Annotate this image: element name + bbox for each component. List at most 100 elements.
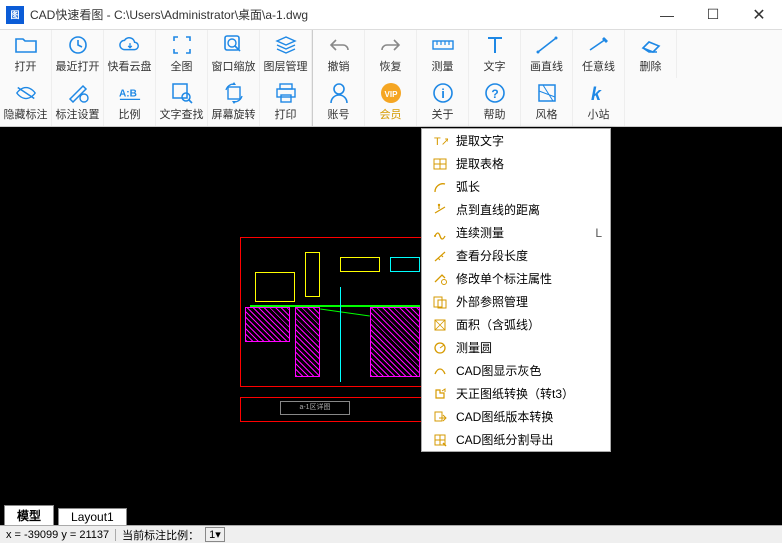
ribbon-label: 风格 (536, 106, 558, 122)
about-button[interactable]: i 关于 (417, 78, 469, 126)
menu-item[interactable]: 查看分段长度 (422, 244, 610, 267)
undo-button[interactable]: 撤销 (313, 30, 365, 78)
help-button[interactable]: ?帮助 (469, 78, 521, 126)
menu-item-icon (430, 409, 450, 425)
measure-icon (432, 34, 454, 56)
menu-item-label: CAD图纸版本转换 (456, 408, 602, 425)
account-button[interactable]: 账号 (313, 78, 365, 126)
open-icon (15, 34, 37, 56)
menu-item[interactable]: 天正图纸转换（转t3） (422, 382, 610, 405)
layers-button[interactable]: 图层管理 (260, 30, 312, 78)
ribbon-label: 测量 (432, 58, 454, 74)
menu-item-icon (430, 386, 450, 402)
menu-item[interactable]: CAD图纸分割导出 (422, 428, 610, 451)
menu-item-label: 天正图纸转换（转t3） (456, 385, 602, 402)
tab-model[interactable]: 模型 (4, 505, 54, 525)
menu-item[interactable]: CAD图显示灰色 (422, 359, 610, 382)
text-icon (484, 34, 506, 56)
ribbon-toolbar: 打开最近打开快看云盘全图窗口缩放图层管理 撤销 恢复 测量 文字 画直线任意线删除 隐藏标… (0, 30, 782, 127)
menu-item-label: 查看分段长度 (456, 247, 602, 264)
ribbon-label: 图层管理 (264, 58, 308, 74)
line-icon (536, 34, 558, 56)
ribbon-label: 标注设置 (56, 106, 100, 122)
menu-item-label: 修改单个标注属性 (456, 270, 602, 287)
hideann-icon (15, 82, 37, 104)
measure-button[interactable]: 测量 (417, 30, 469, 78)
menu-item-label: 面积（含弧线） (456, 316, 602, 333)
ribbon-label: 文字 (484, 58, 506, 74)
scale-select[interactable]: 1 ▾ (205, 527, 225, 542)
menu-item[interactable]: 测量圆 (422, 336, 610, 359)
ribbon-label: 打开 (15, 58, 37, 74)
app-icon: 图 (6, 6, 24, 24)
vip-icon: VIP (380, 82, 402, 104)
ribbon-label: 屏幕旋转 (212, 106, 256, 122)
drawing-canvas[interactable]: a-1区详图 (0, 127, 782, 503)
menu-item[interactable]: 连续测量L (422, 221, 610, 244)
svg-text:T↗: T↗ (434, 136, 448, 148)
ribbon-label: 关于 (432, 106, 454, 122)
menu-item-label: 测量圆 (456, 339, 602, 356)
annset-icon (67, 82, 89, 104)
scale-icon: A:B (119, 82, 141, 104)
style-button[interactable]: 风格 (521, 78, 573, 126)
ribbon-label: 窗口缩放 (212, 58, 256, 74)
recent-button[interactable]: 最近打开 (52, 30, 104, 78)
menu-item[interactable]: CAD图纸版本转换 (422, 405, 610, 428)
ribbon-label: 文字查找 (160, 106, 204, 122)
rotate-button[interactable]: 屏幕旋转 (208, 78, 260, 126)
menu-item-icon (430, 271, 450, 287)
hideann-button[interactable]: 隐藏标注 (0, 78, 52, 126)
ribbon-label: 账号 (328, 106, 350, 122)
menu-item-label: 弧长 (456, 178, 602, 195)
full-button[interactable]: 全图 (156, 30, 208, 78)
findtext-button[interactable]: 文字查找 (156, 78, 208, 126)
menu-item-icon: T↗ (430, 133, 450, 149)
kstation-button[interactable]: k小站 (573, 78, 625, 126)
menu-item[interactable]: T↗提取文字 (422, 129, 610, 152)
close-button[interactable]: ✕ (736, 0, 782, 30)
open-button[interactable]: 打开 (0, 30, 52, 78)
zoomwin-button[interactable]: 窗口缩放 (208, 30, 260, 78)
menu-item-label: 连续测量 (456, 224, 595, 241)
scale-button[interactable]: A:B 比例 (104, 78, 156, 126)
menu-item-icon (430, 294, 450, 310)
about-icon: i (432, 82, 454, 104)
ribbon-label: 会员 (380, 106, 402, 122)
menu-item[interactable]: 修改单个标注属性 (422, 267, 610, 290)
cloud-button[interactable]: 快看云盘 (104, 30, 156, 78)
annset-button[interactable]: 标注设置 (52, 78, 104, 126)
ribbon-label: 比例 (119, 106, 141, 122)
minimize-button[interactable]: — (644, 0, 690, 30)
svg-text:k: k (591, 84, 602, 103)
rotate-icon (223, 82, 245, 104)
delete-button[interactable]: 删除 (625, 30, 677, 78)
menu-item[interactable]: 弧长 (422, 175, 610, 198)
style-icon (536, 82, 558, 104)
freeline-button[interactable]: 任意线 (573, 30, 625, 78)
menu-item[interactable]: 外部参照管理 (422, 290, 610, 313)
print-button[interactable]: 打印 (260, 78, 312, 126)
menu-item-icon (430, 179, 450, 195)
svg-text:VIP: VIP (384, 90, 398, 99)
redo-button[interactable]: 恢复 (365, 30, 417, 78)
ribbon-label: 恢复 (380, 58, 402, 74)
ribbon-label: 画直线 (530, 58, 563, 74)
menu-item[interactable]: 点到直线的距离 (422, 198, 610, 221)
vip-button[interactable]: VIP 会员 (365, 78, 417, 126)
maximize-button[interactable]: ☐ (690, 0, 736, 30)
ribbon-label: 撤销 (328, 58, 350, 74)
menu-item-shortcut: L (595, 226, 602, 240)
status-bar: x = -39099 y = 21137 当前标注比例： 1 ▾ (0, 525, 782, 543)
ribbon-label: 快看云盘 (108, 58, 152, 74)
help-icon: ? (484, 82, 506, 104)
cloud-icon (119, 34, 141, 56)
menu-item[interactable]: 提取表格 (422, 152, 610, 175)
line-button[interactable]: 画直线 (521, 30, 573, 78)
title-bar: 图 CAD快速看图 - C:\Users\Administrator\桌面\a-… (0, 0, 782, 30)
full-icon (171, 34, 193, 56)
tab-layout1[interactable]: Layout1 (58, 508, 127, 525)
menu-item[interactable]: 面积（含弧线） (422, 313, 610, 336)
text-button[interactable]: 文字 (469, 30, 521, 78)
layout-tabs: 模型 Layout1 (0, 503, 782, 525)
